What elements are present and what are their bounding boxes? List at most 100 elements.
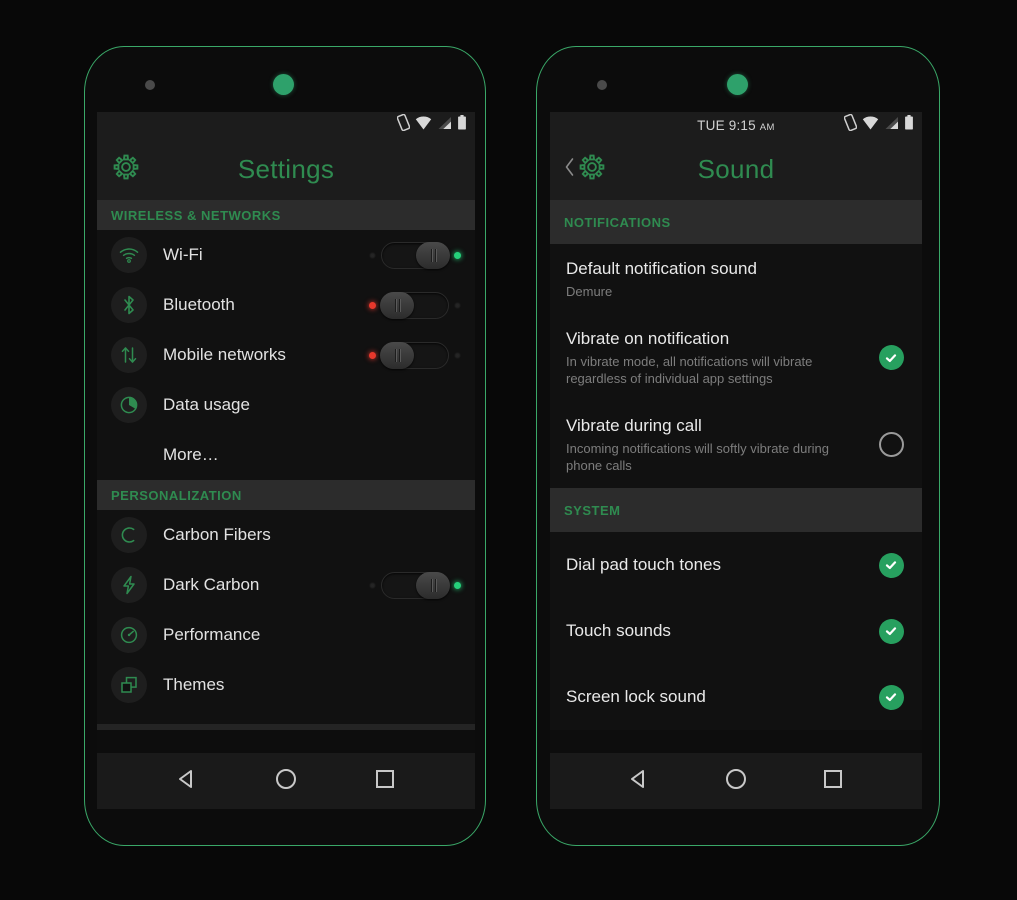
- checkbox-checked-icon[interactable]: [878, 684, 904, 710]
- toggle-track: [381, 571, 450, 599]
- signal-icon: [884, 116, 899, 135]
- toggle-led-left: [369, 251, 376, 259]
- list-item-control[interactable]: [876, 684, 906, 710]
- toggle-track: [381, 241, 450, 269]
- toggle-knob[interactable]: [380, 341, 414, 369]
- dark-carbon-toggle[interactable]: [369, 571, 461, 599]
- list-item[interactable]: Themes: [97, 660, 475, 710]
- performance-icon: [111, 617, 147, 653]
- list-item[interactable]: Touch sounds: [550, 598, 922, 664]
- page-title: Settings: [237, 153, 335, 184]
- checkbox-unchecked-icon[interactable]: [878, 432, 904, 457]
- list-item[interactable]: Dark Carbon: [97, 560, 475, 610]
- mobile-networks-toggle[interactable]: [369, 341, 461, 369]
- list-item-label: More…: [163, 445, 219, 464]
- proximity-sensor-icon: [597, 80, 607, 90]
- list-item-title: Vibrate during call: [566, 416, 702, 435]
- section-header-system: SYSTEM: [550, 488, 922, 532]
- toggle-track: [380, 291, 449, 319]
- list-item[interactable]: Data usage: [97, 380, 475, 430]
- checkbox-checked-icon[interactable]: [878, 618, 904, 644]
- list-item[interactable]: Mobile networks: [97, 330, 475, 380]
- list-item-control[interactable]: [876, 345, 906, 370]
- list-item-label: Themes: [163, 675, 225, 694]
- list-item-text: Vibrate during call Incoming notificatio…: [566, 415, 876, 474]
- list-item-text: Vibrate on notification In vibrate mode,…: [566, 328, 876, 387]
- phone-device-left: Settings WIRELESS & NETWORKS Wi-Fi Bluet…: [84, 46, 486, 846]
- home-icon[interactable]: [722, 765, 750, 798]
- toggle-knob[interactable]: [380, 291, 414, 319]
- action-bar-left: Settings: [97, 138, 475, 200]
- battery-icon: [457, 115, 467, 135]
- list-item[interactable]: Dial pad touch tones: [550, 532, 922, 598]
- data-usage-icon: [111, 387, 147, 423]
- toggle-led-right: [454, 301, 461, 309]
- list-item[interactable]: More…: [97, 430, 475, 480]
- toggle-knob[interactable]: [416, 241, 450, 269]
- vibrate-icon: [396, 113, 411, 136]
- list-item-label: Data usage: [163, 395, 250, 414]
- list-item-title: Touch sounds: [566, 621, 671, 640]
- back-icon[interactable]: [625, 765, 653, 798]
- clock-day: TUE: [697, 117, 725, 133]
- themes-icon: [111, 667, 147, 703]
- mobile-networks-icon: [111, 337, 147, 373]
- recents-icon[interactable]: [819, 765, 847, 798]
- list-item[interactable]: Wi-Fi: [97, 230, 475, 280]
- list-item-label: Wi-Fi: [163, 245, 203, 264]
- front-camera-icon: [727, 74, 748, 95]
- list-item[interactable]: Default notification sound Demure: [550, 244, 922, 314]
- toggle-track: [380, 341, 449, 369]
- list-item[interactable]: Carbon Fibers: [97, 510, 475, 560]
- list-item[interactable]: Bluetooth: [97, 280, 475, 330]
- list-item-title: Vibrate on notification: [566, 329, 730, 348]
- home-icon[interactable]: [272, 765, 300, 798]
- back-icon[interactable]: [173, 765, 201, 798]
- settings-screen: Settings WIRELESS & NETWORKS Wi-Fi Bluet…: [97, 112, 475, 809]
- list-item[interactable]: Vibrate during call Incoming notificatio…: [550, 401, 922, 488]
- phone-device-right: TUE 9:15 AM Sound NOTIFICATIONS Default …: [536, 46, 940, 846]
- list-item-control[interactable]: [876, 552, 906, 578]
- gear-icon[interactable]: [111, 152, 141, 187]
- gear-icon[interactable]: [577, 152, 607, 187]
- sound-list-notifications: Default notification sound Demure Vibrat…: [550, 244, 922, 488]
- recents-icon[interactable]: [371, 765, 399, 798]
- checkbox-checked-icon[interactable]: [878, 345, 904, 370]
- list-item-title: Screen lock sound: [566, 687, 706, 706]
- toggle-led-left: [369, 581, 376, 589]
- clock-time: 9:15: [728, 117, 756, 133]
- checkbox-checked-icon[interactable]: [878, 552, 904, 578]
- list-item-text: Default notification sound Demure: [566, 258, 876, 300]
- chevron-left-icon[interactable]: [564, 157, 575, 181]
- toggle-led-right: [454, 351, 461, 359]
- bluetooth-icon: [111, 287, 147, 323]
- toggle-led-left: [369, 301, 376, 309]
- section-header-wireless: WIRELESS & NETWORKS: [97, 200, 475, 230]
- toggle-knob[interactable]: [416, 571, 450, 599]
- signal-icon: [437, 116, 452, 135]
- list-item-control[interactable]: [876, 618, 906, 644]
- sound-list-system: Dial pad touch tones Touch sounds Screen…: [550, 532, 922, 730]
- list-item[interactable]: Performance: [97, 610, 475, 660]
- front-camera-icon: [273, 74, 294, 95]
- bolt-icon: [111, 567, 147, 603]
- toggle-led-right: [454, 251, 461, 259]
- list-item-label: Carbon Fibers: [163, 525, 271, 544]
- list-item-label: Mobile networks: [163, 345, 286, 364]
- vibrate-icon: [843, 113, 858, 136]
- action-bar-right: Sound: [550, 138, 922, 200]
- list-item-label: Performance: [163, 625, 261, 644]
- bluetooth-toggle[interactable]: [369, 291, 461, 319]
- list-item-subtitle: Incoming notifications will softly vibra…: [566, 441, 830, 473]
- list-item-control[interactable]: [876, 432, 906, 457]
- list-item[interactable]: Screen lock sound: [550, 664, 922, 730]
- list-item-title: Default notification sound: [566, 259, 757, 278]
- proximity-sensor-icon: [145, 80, 155, 90]
- wifi-toggle[interactable]: [369, 241, 461, 269]
- section-header-notifications: NOTIFICATIONS: [550, 200, 922, 244]
- carbon-fibers-icon: [111, 517, 147, 553]
- list-item-label: Dark Carbon: [163, 575, 260, 594]
- no-icon-placeholder: [111, 437, 147, 473]
- list-item-subtitle: Demure: [566, 284, 613, 299]
- list-item[interactable]: Vibrate on notification In vibrate mode,…: [550, 314, 922, 401]
